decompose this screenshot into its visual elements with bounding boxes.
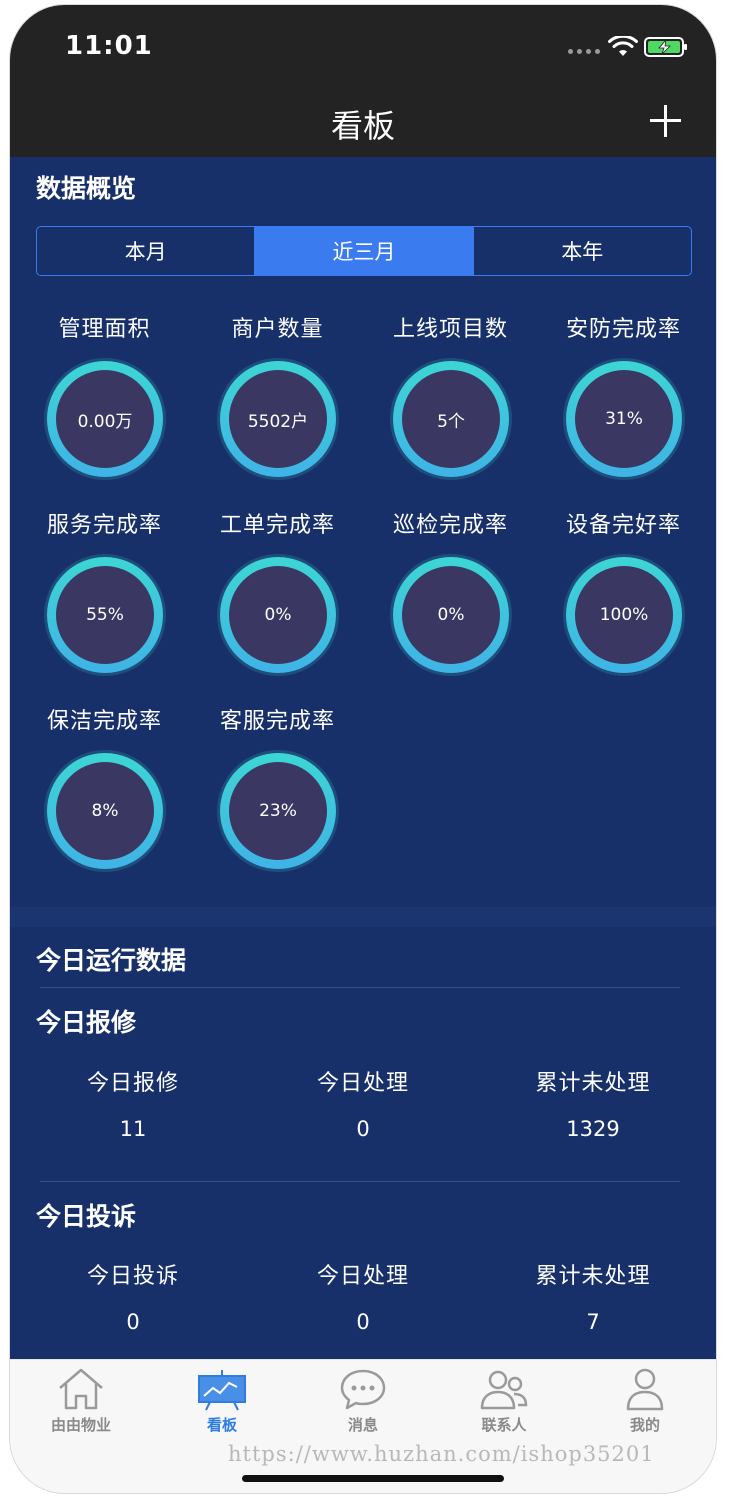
segment-last-three-months[interactable]: 近三月 — [254, 227, 473, 275]
home-icon — [59, 1368, 103, 1410]
metric-ring: 55% — [47, 557, 163, 673]
profile-icon — [626, 1368, 664, 1411]
tab-profile[interactable]: 我的 — [585, 1366, 705, 1446]
divider — [40, 1181, 680, 1182]
tab-label: 消息 — [347, 1416, 378, 1434]
metric-label: 安防完成率 — [565, 317, 681, 342]
repair-values: 11 0 1329 — [10, 1117, 716, 1157]
stat-value: 0 — [126, 1310, 140, 1334]
add-button[interactable] — [646, 101, 686, 141]
metric-ring: 100% — [566, 557, 682, 673]
stat-header: 今日投诉 — [86, 1264, 179, 1289]
metric-card[interactable]: 服务完成率 55% — [18, 507, 191, 697]
metric-ring: 0.00万 — [47, 361, 163, 477]
metric-ring: 0% — [220, 557, 336, 673]
message-icon — [340, 1369, 386, 1410]
metric-card[interactable]: 商户数量 5502户 — [191, 311, 364, 501]
repair-headers: 今日报修 今日处理 累计未处理 — [10, 1065, 716, 1105]
chart-board-icon — [198, 1370, 246, 1411]
metric-card[interactable]: 工单完成率 0% — [191, 507, 364, 697]
metric-value: 5个 — [402, 370, 500, 468]
nav-bar: 看板 — [10, 93, 716, 157]
stat-value: 0 — [356, 1310, 370, 1334]
segment-this-month[interactable]: 本月 — [37, 227, 254, 275]
metric-value: 55% — [56, 566, 154, 664]
tab-board[interactable]: 看板 — [162, 1366, 282, 1446]
watermark-text: https://www.huzhan.com/ishop35201 — [228, 1442, 655, 1466]
tab-contacts[interactable]: 联系人 — [444, 1366, 564, 1446]
tab-label: 联系人 — [481, 1416, 527, 1434]
stat-value: 7 — [586, 1310, 600, 1334]
stat-value: 1329 — [566, 1117, 620, 1141]
complaint-values: 0 0 7 — [10, 1310, 716, 1350]
metric-label: 商户数量 — [231, 317, 324, 342]
stat-header: 今日处理 — [316, 1264, 409, 1289]
battery-icon — [644, 37, 687, 57]
repair-title: 今日报修 — [36, 1008, 137, 1037]
metric-ring: 8% — [47, 753, 163, 869]
metric-value: 0% — [229, 566, 327, 664]
metric-card[interactable]: 客服完成率 23% — [191, 703, 364, 893]
page-title: 看板 — [330, 107, 395, 145]
section-divider — [10, 907, 716, 927]
metric-label: 客服完成率 — [219, 709, 335, 734]
metric-label: 上线项目数 — [392, 317, 508, 342]
metric-label: 服务完成率 — [46, 513, 162, 538]
dashboard-content: 数据概览 本月 近三月 本年 管理面积 0.00万 商户数量 5502户 上线项… — [10, 157, 716, 1359]
stat-value: 11 — [119, 1117, 147, 1141]
metric-label: 管理面积 — [58, 317, 151, 342]
metric-value: 8% — [56, 762, 154, 860]
home-indicator — [242, 1475, 504, 1482]
metric-label: 设备完好率 — [565, 513, 681, 538]
metric-value: 100% — [575, 566, 673, 664]
metric-value: 23% — [229, 762, 327, 860]
metric-ring: 0% — [393, 557, 509, 673]
stat-header: 今日处理 — [316, 1071, 409, 1096]
tab-home[interactable]: 由由物业 — [21, 1366, 141, 1446]
today-title: 今日运行数据 — [36, 946, 187, 975]
metric-label: 工单完成率 — [219, 513, 335, 538]
metric-label: 保洁完成率 — [46, 709, 162, 734]
metric-card[interactable]: 保洁完成率 8% — [18, 703, 191, 893]
tab-label: 看板 — [206, 1416, 237, 1434]
metric-ring: 31% — [566, 361, 682, 477]
segment-this-year[interactable]: 本年 — [472, 227, 691, 275]
metric-value: 0% — [402, 566, 500, 664]
period-segmented-control: 本月 近三月 本年 — [36, 226, 692, 276]
metric-card[interactable]: 巡检完成率 0% — [364, 507, 537, 697]
complaint-title: 今日投诉 — [36, 1202, 137, 1231]
metric-value: 0.00万 — [56, 370, 154, 468]
tab-label: 我的 — [629, 1416, 660, 1434]
metric-card[interactable]: 上线项目数 5个 — [364, 311, 537, 501]
stat-header: 累计未处理 — [535, 1071, 651, 1096]
contacts-icon — [480, 1370, 528, 1410]
complaint-headers: 今日投诉 今日处理 累计未处理 — [10, 1258, 716, 1298]
metric-value: 5502户 — [229, 370, 327, 468]
phone-frame: 11:01 看板 数据概览 本月 近三月 本年 管理面积 0.00万 商户数量 … — [9, 4, 717, 1494]
tab-messages[interactable]: 消息 — [303, 1366, 423, 1446]
status-time: 11:01 — [65, 31, 153, 61]
overview-title: 数据概览 — [36, 174, 137, 203]
metric-ring: 5502户 — [220, 361, 336, 477]
stat-header: 累计未处理 — [535, 1264, 651, 1289]
divider — [40, 987, 680, 988]
signal-dots-icon — [568, 49, 600, 54]
tab-label: 由由物业 — [50, 1416, 111, 1434]
status-bar: 11:01 — [10, 5, 716, 93]
metric-ring: 23% — [220, 753, 336, 869]
metric-value: 31% — [575, 370, 673, 468]
metric-ring: 5个 — [393, 361, 509, 477]
metric-card[interactable]: 安防完成率 31% — [537, 311, 710, 501]
stat-header: 今日报修 — [86, 1071, 179, 1096]
metric-card[interactable]: 设备完好率 100% — [537, 507, 710, 697]
metric-label: 巡检完成率 — [392, 513, 508, 538]
stat-value: 0 — [356, 1117, 370, 1141]
tab-bar: 由由物业 看板 消息 联系人 我的 — [10, 1359, 716, 1493]
metric-card[interactable]: 管理面积 0.00万 — [18, 311, 191, 501]
wifi-icon — [608, 36, 638, 56]
